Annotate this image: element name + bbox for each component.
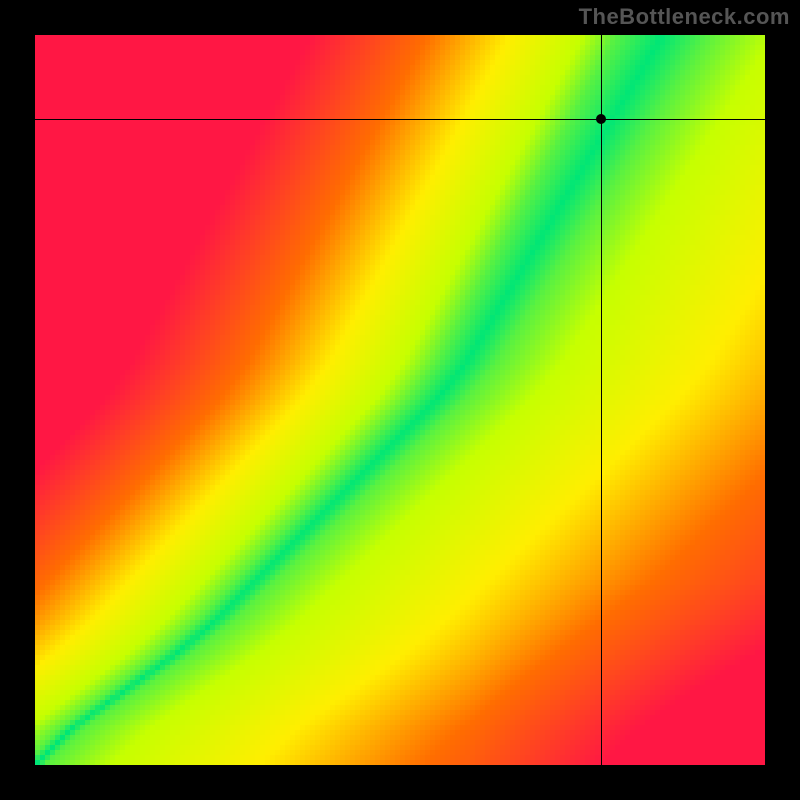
crosshair-vertical: [601, 35, 602, 765]
heatmap-plot: [35, 35, 765, 765]
app-root: TheBottleneck.com: [0, 0, 800, 800]
crosshair-point: [596, 114, 606, 124]
heatmap-canvas: [35, 35, 765, 765]
crosshair-horizontal: [35, 119, 765, 120]
watermark-text: TheBottleneck.com: [579, 4, 790, 30]
